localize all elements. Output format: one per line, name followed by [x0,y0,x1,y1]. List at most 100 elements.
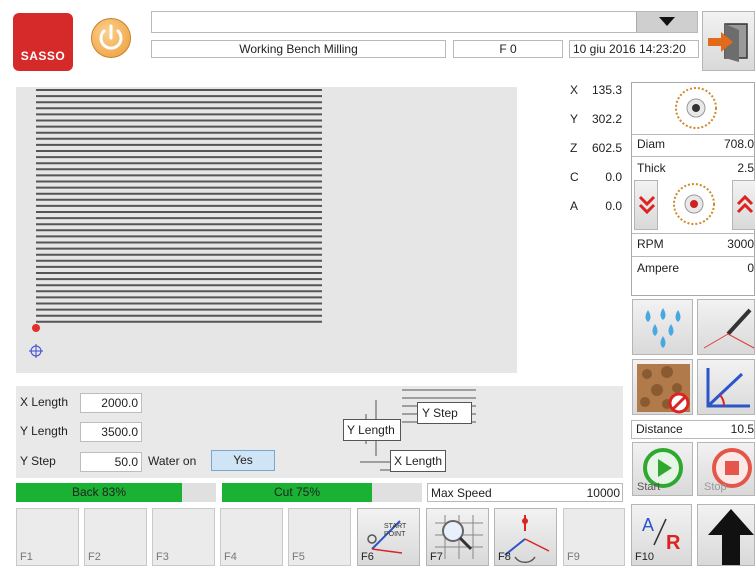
angle-button[interactable] [697,359,755,415]
f5-label: F5 [292,551,305,563]
back-progress-label: Back 83% [71,485,127,499]
coord-axis-value: 0.0 [605,170,622,184]
coord-axis-label: Y [570,112,579,126]
svg-text:A: A [642,515,654,535]
exit-door-icon [708,23,748,62]
max-speed-field: Max Speed 10000 [427,483,623,502]
toolpath-canvas[interactable] [16,87,517,373]
laser-button[interactable] [697,299,755,355]
feed-field: F 0 [453,40,563,58]
distance-value: 10.5 [730,422,754,436]
double-chevron-down-icon [638,195,656,215]
diam-value: 708.0 [723,137,754,151]
parameters-panel: X Length 2000.0 Y Length 3500.0 Y Step 5… [16,386,623,478]
f5-key[interactable]: F5 [288,508,351,566]
f2-label: F2 [88,551,101,563]
blade-icon-top [674,86,718,130]
chevron-down-icon [659,17,675,26]
f6-label: F6 [361,551,374,563]
logo-text: SASSO [20,49,66,63]
coord-row-z: Z 602.5 [560,141,626,157]
f10-ar-key[interactable]: A R F10 [631,504,692,566]
diagram-y-length: Y Length [347,423,395,437]
y-length-label: Y Length [20,424,68,438]
stone-texture-forbidden-icon [637,364,690,414]
coord-row-a: A 0.0 [560,199,626,215]
f9-label: F9 [567,551,580,563]
toolpath-drawing [29,89,322,358]
thick-value: 2.5 [737,161,754,175]
ampere-value: 0 [747,261,754,275]
diagram-y-length-box: Y Length [343,419,401,441]
diagram-y-step: Y Step [422,406,458,420]
svg-text:R: R [666,532,681,554]
coord-axis-value: 0.0 [605,199,622,213]
coord-row-c: C 0.0 [560,170,626,186]
start-label: Start [637,481,661,493]
f2-key[interactable]: F2 [84,508,147,566]
program-name: Working Bench Milling [239,42,358,56]
coord-axis-value: 135.3 [591,83,622,97]
diagram-x-length-box: X Length [390,450,446,472]
water-button[interactable] [632,299,693,355]
material-button[interactable] [632,359,693,415]
ampere-label: Ampere [637,261,680,275]
thick-label: Thick [637,161,666,175]
tool-prev-button[interactable] [634,180,658,230]
y-step-label: Y Step [20,454,56,468]
water-on-value: Yes [233,453,253,467]
f6-start-point-key[interactable]: START POINT F6 [357,508,420,566]
max-speed-label: Max Speed [431,486,492,500]
f4-label: F4 [224,551,237,563]
coord-row-y: Y 302.2 [560,112,626,128]
double-chevron-up-icon [736,194,754,214]
arrow-up-icon [708,509,754,565]
program-dropdown[interactable] [151,11,698,33]
origin-icon [29,344,43,358]
angle-measure-icon [706,368,750,408]
diagram-x-length: X Length [394,454,443,468]
tool-panel: Diam 708.0 Thick 2.5 RPM 3000 Ampere 0 [631,82,755,296]
water-on-toggle[interactable]: Yes [211,450,275,471]
blade-icon-center [672,182,716,226]
back-progress-bar: Back 83% [16,483,216,502]
cut-progress-bar: Cut 75% [222,483,422,502]
x-length-input[interactable]: 2000.0 [80,393,142,413]
program-name-field: Working Bench Milling [151,40,446,58]
power-button[interactable] [91,18,131,58]
tool-position-marker [32,324,40,332]
exit-button[interactable] [702,11,755,71]
tool-next-button[interactable] [732,180,755,230]
water-on-label: Water on [148,454,197,468]
distance-label: Distance [636,422,683,436]
stop-button[interactable]: Stop [697,442,755,496]
datetime-field: 10 giu 2016 14:23:20 [569,40,699,58]
logo: SASSO [13,13,73,71]
y-step-input[interactable]: 50.0 [80,452,142,472]
dropdown-arrow-button[interactable] [636,12,697,32]
f7-grid-key[interactable]: F7 [426,508,489,566]
max-speed-value: 10000 [586,486,620,500]
f3-key[interactable]: F3 [152,508,215,566]
y-length-input[interactable]: 3500.0 [80,422,142,442]
up-arrow-button[interactable] [697,504,755,566]
f7-label: F7 [430,551,443,563]
f1-key[interactable]: F1 [16,508,79,566]
f10-label: F10 [635,551,654,563]
f9-key[interactable]: F9 [563,508,625,566]
diagram-y-step-box: Y Step [417,402,472,424]
coords-panel: X 135.3 Y 302.2 Z 602.5 C 0.0 A 0.0 [560,82,626,222]
coord-axis-label: C [570,170,579,184]
coord-row-x: X 135.3 [560,83,626,99]
coord-axis-label: X [570,83,579,97]
f6-caption: START POINT [384,523,407,538]
feed-value: F 0 [499,42,517,56]
coord-axis-value: 302.2 [591,112,622,126]
rpm-value: 3000 [727,237,754,251]
laser-pointer-icon [703,308,755,349]
diam-label: Diam [637,137,666,151]
start-button[interactable]: Start [632,442,693,496]
f8-blade-key[interactable]: F8 [494,508,557,566]
f3-label: F3 [156,551,169,563]
f4-key[interactable]: F4 [220,508,283,566]
